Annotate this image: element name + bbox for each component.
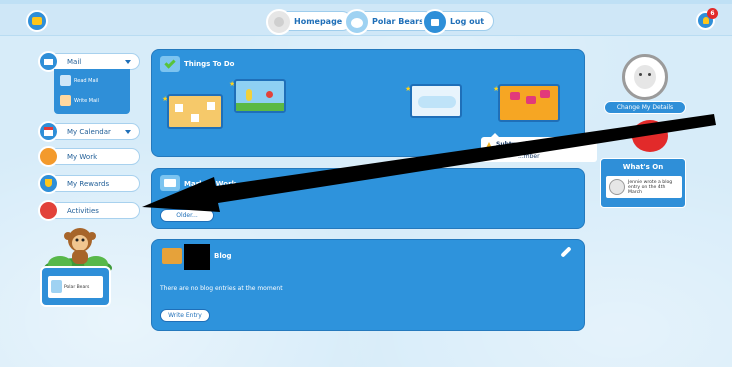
nav-read-mail-label: Read Mail [74, 77, 99, 84]
polar-bear-icon [51, 280, 62, 293]
tooltip-line-2: Digit N... [496, 147, 527, 154]
nav-calendar-label: My Calendar [67, 127, 111, 136]
nav-activities[interactable]: Activities [38, 200, 140, 221]
class-card-box: Polar Bears [48, 276, 103, 298]
tooltip-line-3: ...mber [518, 153, 540, 160]
class-card[interactable]: Polar Bears [40, 266, 111, 307]
class-button[interactable]: Polar Bears [344, 9, 434, 35]
face-icon [266, 9, 292, 35]
homepage-button[interactable]: Homepage [266, 9, 353, 35]
whats-on-title: What's On [622, 163, 664, 171]
task-thumbnail-2[interactable] [234, 79, 286, 113]
whats-on-entry[interactable]: Jennie wrote a blog entry on the 4th Mar… [606, 176, 682, 198]
task-tooltip: Subtraction of Single Digit N... ...mber [481, 133, 597, 162]
top-bar: Homepage Polar Bears Log out 6 [0, 0, 732, 36]
chat-icon [32, 17, 42, 25]
blog-empty-text: There are no blog entries at the moment [160, 285, 283, 292]
older-label: Older... [176, 212, 198, 219]
notification-badge: 6 [707, 8, 718, 19]
inbox-icon [60, 75, 71, 86]
nav-rewards-label: My Rewards [67, 179, 110, 188]
things-to-do-title: Things To Do [184, 60, 235, 68]
nav-rewards[interactable]: My Rewards [38, 173, 140, 194]
logout-button[interactable]: Log out [422, 9, 495, 35]
change-details-button[interactable]: Change My Details [604, 101, 686, 114]
abc-icon [160, 175, 180, 191]
nav-write-mail-label: Write Mail [74, 97, 99, 104]
trophy-icon [38, 173, 59, 194]
edit-pencil-icon[interactable] [560, 246, 572, 258]
write-entry-label: Write Entry [168, 312, 202, 319]
nav-work[interactable]: My Work [38, 146, 140, 167]
blog-panel: Blog There are no blog entries at the mo… [151, 239, 585, 331]
calendar-icon [38, 121, 59, 142]
notifications-button[interactable]: 6 [696, 8, 718, 30]
task-thumbnail-1[interactable] [167, 94, 223, 129]
change-details-label: Change My Details [616, 104, 674, 111]
polar-bear-icon [344, 9, 370, 35]
chevron-down-icon [125, 130, 131, 134]
nav-read-mail[interactable]: Read Mail [60, 74, 98, 87]
older-button[interactable]: Older... [160, 209, 214, 222]
class-card-label: Polar Bears [64, 284, 90, 290]
warning-icon [486, 142, 492, 148]
task-thumbnail-4[interactable] [498, 84, 560, 122]
menu-toggle-button[interactable] [26, 10, 48, 32]
logout-label: Log out [450, 16, 485, 26]
blog-title: Blog [214, 252, 232, 260]
marked-work-title: Marked Work [184, 180, 237, 188]
write-entry-button[interactable]: Write Entry [160, 309, 210, 322]
nav-activities-label: Activities [67, 206, 99, 215]
nav-calendar[interactable]: My Calendar [38, 121, 140, 142]
lock-icon [422, 9, 448, 35]
class-label: Polar Bears [372, 16, 424, 26]
avatar[interactable] [622, 54, 668, 100]
nav-write-mail[interactable]: Write Mail [60, 94, 99, 107]
mail-submenu: Read Mail Write Mail [54, 69, 130, 114]
whats-on-panel: What's On Jennie wrote a blog entry on t… [600, 158, 686, 208]
user-avatar-icon [609, 179, 625, 195]
checklist-icon [160, 56, 180, 72]
redaction-box [184, 244, 210, 270]
chevron-down-icon [125, 60, 131, 64]
nav-mail[interactable]: Mail [38, 51, 140, 72]
books-icon [38, 146, 59, 167]
pencil-icon [60, 95, 71, 106]
marked-work-panel: Marked Work Older... [151, 168, 585, 229]
activities-icon [38, 200, 59, 221]
nav-mail-label: Mail [67, 57, 82, 66]
task-thumbnail-3[interactable] [410, 84, 462, 118]
nav-work-label: My Work [67, 152, 98, 161]
homepage-label: Homepage [294, 16, 343, 26]
bell-icon [703, 17, 709, 24]
whats-on-line-2: entry on the 4th March [628, 185, 666, 195]
blog-book-icon [162, 248, 182, 264]
red-mascot [626, 120, 668, 152]
